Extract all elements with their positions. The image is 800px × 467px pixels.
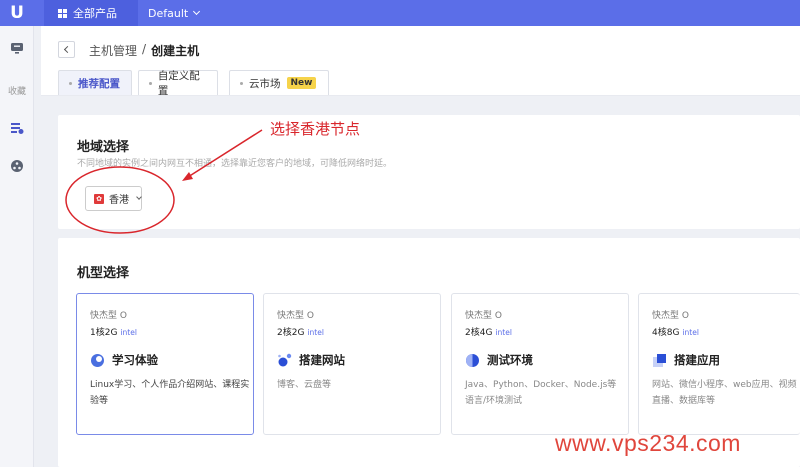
annotation-text: 选择香港节点 [270, 120, 361, 138]
annotation-circle [65, 166, 175, 234]
annotation-arrow [187, 129, 263, 178]
watermark: www.vps234.com [555, 430, 741, 456]
annotation-overlay [65, 129, 263, 234]
annotation-arrowhead [182, 172, 193, 181]
